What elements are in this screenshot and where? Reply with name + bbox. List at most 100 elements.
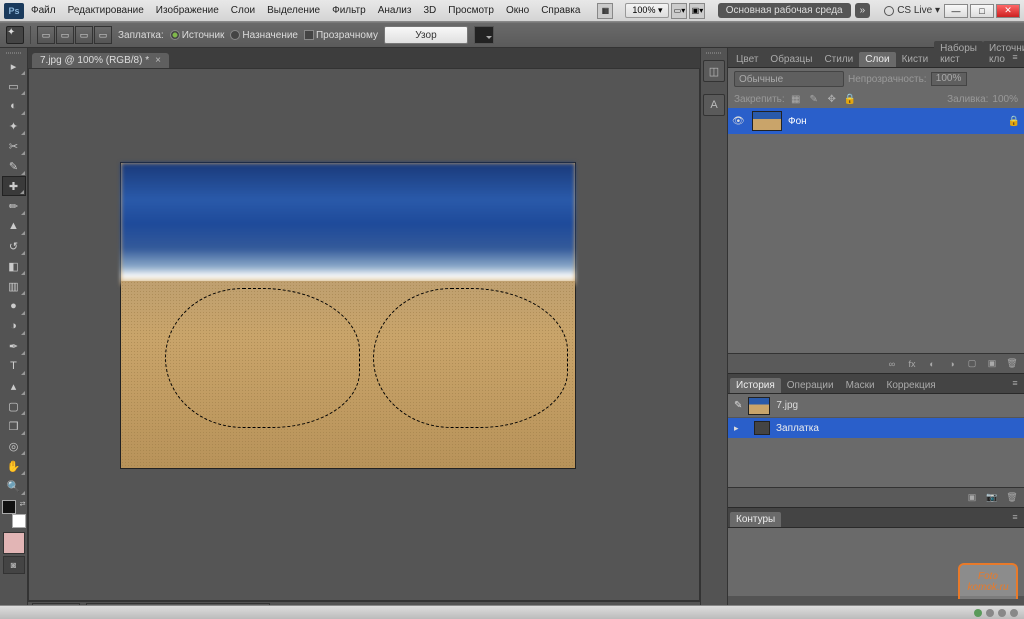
tab-history[interactable]: История (730, 378, 781, 393)
quick-select-tool[interactable]: ✦ (2, 116, 26, 136)
layer-name[interactable]: Фон (788, 116, 807, 127)
new-snapshot-icon[interactable]: 📷 (984, 491, 1000, 505)
tab-layers[interactable]: Слои (859, 52, 895, 67)
tab-masks[interactable]: Маски (840, 378, 881, 393)
history-snapshot[interactable]: ✎ 7.jpg (728, 394, 1024, 418)
menu-select[interactable]: Выделение (262, 3, 325, 18)
layer-thumbnail[interactable] (752, 111, 782, 131)
color-swatches[interactable]: ⇄ (2, 500, 26, 528)
adjustment-layer-icon[interactable]: ◑ (944, 357, 960, 371)
dodge-tool[interactable]: ◑ (2, 316, 26, 336)
tab-adjust[interactable]: Коррекция (881, 378, 942, 393)
menu-view[interactable]: Просмотр (443, 3, 499, 18)
type-tool[interactable]: T (2, 356, 26, 376)
patch-tool[interactable]: ✚ (2, 176, 26, 196)
new-layer-icon[interactable]: ▣ (984, 357, 1000, 371)
menu-3d[interactable]: 3D (418, 3, 441, 18)
layer-mask-icon[interactable]: ◐ (924, 357, 940, 371)
tab-brushes[interactable]: Кисти (896, 52, 935, 67)
new-doc-from-state-icon[interactable]: ▣ (964, 491, 980, 505)
sample-color[interactable] (3, 532, 25, 554)
fill-field[interactable]: 100% (992, 94, 1018, 105)
tab-actions[interactable]: Операции (781, 378, 840, 393)
sel-new-icon[interactable]: ▭ (37, 26, 55, 44)
history-step-marker-icon[interactable]: ▸ (734, 423, 748, 434)
menu-file[interactable]: Файл (26, 3, 61, 18)
doc-maximize-button[interactable]: □ (970, 4, 994, 18)
blur-tool[interactable]: ● (2, 296, 26, 316)
arrange-docs-icon[interactable]: ▭▾ (671, 3, 687, 19)
workspace-switcher[interactable]: Основная рабочая среда (718, 3, 851, 18)
launch-bridge-icon[interactable]: ▦ (597, 3, 613, 19)
delete-state-icon[interactable]: 🗑 (1004, 491, 1020, 505)
sel-add-icon[interactable]: ▭ (56, 26, 74, 44)
canvas[interactable] (121, 163, 575, 468)
shape-tool[interactable]: ▢ (2, 396, 26, 416)
eraser-tool[interactable]: ◧ (2, 256, 26, 276)
panel-menu-icon[interactable]: ≡ (1008, 50, 1022, 64)
layer-group-icon[interactable]: ▢ (964, 357, 980, 371)
hand-tool[interactable]: ✋ (2, 456, 26, 476)
screen-mode-icon[interactable]: ▣▾ (689, 3, 705, 19)
doc-minimize-button[interactable]: — (944, 4, 968, 18)
marquee-tool[interactable]: ▭ (2, 76, 26, 96)
brush-tool[interactable]: ✏ (2, 196, 26, 216)
patch-source-radio[interactable]: Источник (170, 30, 225, 41)
canvas-viewport[interactable] (28, 68, 700, 601)
path-select-tool[interactable]: ▴ (2, 376, 26, 396)
dock-swatches-icon[interactable]: ◫ (703, 60, 725, 82)
patch-transparent-check[interactable]: Прозрачному (304, 30, 378, 41)
sel-intersect-icon[interactable]: ▭ (94, 26, 112, 44)
pattern-swatch[interactable] (474, 26, 494, 44)
menu-image[interactable]: Изображение (151, 3, 224, 18)
lock-all-icon[interactable]: 🔒 (843, 92, 857, 106)
layer-list[interactable]: 👁 Фон 🔒 (728, 108, 1024, 353)
tab-paths[interactable]: Контуры (730, 512, 781, 527)
workspace-expand[interactable]: » (855, 3, 871, 18)
menu-layers[interactable]: Слои (226, 3, 260, 18)
history-brush-source-icon[interactable]: ✎ (734, 400, 742, 411)
tab-styles[interactable]: Стили (818, 52, 859, 67)
document-tab[interactable]: 7.jpg @ 100% (RGB/8) * × (32, 53, 169, 68)
blend-mode-dropdown[interactable]: Обычные (734, 71, 844, 87)
gradient-tool[interactable]: ▥ (2, 276, 26, 296)
3d-camera-tool[interactable]: ◎ (2, 436, 26, 456)
layer-visibility-icon[interactable]: 👁 (732, 116, 746, 127)
layer-fx-icon[interactable]: fx (904, 357, 920, 371)
tab-brushsets[interactable]: Наборы кист (934, 41, 983, 67)
3d-tool[interactable]: ❒ (2, 416, 26, 436)
cs-live-button[interactable]: CS Live ▾ (884, 5, 940, 16)
opacity-field[interactable]: 100% (931, 72, 967, 86)
lock-transparent-icon[interactable]: ▦ (789, 92, 803, 106)
bottom-resize-bar[interactable] (0, 605, 1024, 619)
patch-dest-radio[interactable]: Назначение (230, 30, 298, 41)
eyedropper-tool[interactable]: ✎ (2, 156, 26, 176)
move-tool[interactable]: ▸ (2, 56, 26, 76)
lasso-tool[interactable]: ◐ (2, 96, 26, 116)
menu-edit[interactable]: Редактирование (63, 3, 149, 18)
delete-layer-icon[interactable]: 🗑 (1004, 357, 1020, 371)
close-tab-icon[interactable]: × (155, 55, 161, 66)
use-pattern-button[interactable]: Узор (384, 26, 468, 44)
zoom-level-dropdown[interactable]: 100% ▾ (625, 3, 669, 18)
history-list[interactable]: ✎ 7.jpg ▸ Заплатка (728, 394, 1024, 487)
pen-tool[interactable]: ✒ (2, 336, 26, 356)
paths-menu-icon[interactable]: ≡ (1008, 510, 1022, 524)
dock-char-icon[interactable]: A (703, 94, 725, 116)
lock-pixels-icon[interactable]: ✎ (807, 92, 821, 106)
menu-filter[interactable]: Фильтр (327, 3, 371, 18)
zoom-tool[interactable]: 🔍 (2, 476, 26, 496)
history-brush-tool[interactable]: ↺ (2, 236, 26, 256)
tab-color[interactable]: Цвет (730, 52, 764, 67)
link-layers-icon[interactable]: ∞ (884, 357, 900, 371)
crop-tool[interactable]: ✂ (2, 136, 26, 156)
layer-row-background[interactable]: 👁 Фон 🔒 (728, 108, 1024, 134)
doc-close-button[interactable]: ✕ (996, 4, 1020, 18)
dock-grip[interactable] (702, 52, 726, 58)
stamp-tool[interactable]: ▲ (2, 216, 26, 236)
menu-help[interactable]: Справка (536, 3, 585, 18)
sel-subtract-icon[interactable]: ▭ (75, 26, 93, 44)
history-step[interactable]: ▸ Заплатка (728, 418, 1024, 438)
tool-preset-icon[interactable]: ✦ (6, 26, 24, 44)
lock-position-icon[interactable]: ✥ (825, 92, 839, 106)
